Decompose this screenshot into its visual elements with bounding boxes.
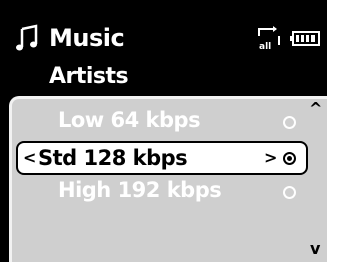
list-item-label: High 192 kbps xyxy=(58,178,222,202)
music-note-icon xyxy=(16,24,38,51)
option-list: ^ Low 64 kbps < Std 128 kbps > High 192 … xyxy=(9,96,327,262)
list-item-selected[interactable]: < Std 128 kbps > xyxy=(16,141,308,175)
battery-icon xyxy=(290,31,320,46)
svg-text:all: all xyxy=(259,42,271,51)
header-bar: Music all xyxy=(0,0,327,60)
breadcrumb: Artists xyxy=(49,64,129,89)
scroll-down-arrow[interactable]: v xyxy=(310,241,320,257)
page-title: Music xyxy=(49,24,125,52)
repeat-all-icon: all xyxy=(258,26,280,51)
radio-icon xyxy=(283,186,296,199)
list-item[interactable]: Low 64 kbps xyxy=(12,103,312,137)
list-item[interactable]: High 192 kbps xyxy=(12,173,312,207)
list-item-label: Low 64 kbps xyxy=(58,108,201,132)
list-item-label: Std 128 kbps xyxy=(38,146,188,170)
right-arrow-icon[interactable]: > xyxy=(264,149,277,167)
left-arrow-icon[interactable]: < xyxy=(23,149,36,167)
device-screen: Music all Artists ^ Low 64 kbps < Std 12… xyxy=(0,0,327,262)
radio-selected-icon xyxy=(283,152,296,165)
radio-icon xyxy=(283,116,296,129)
